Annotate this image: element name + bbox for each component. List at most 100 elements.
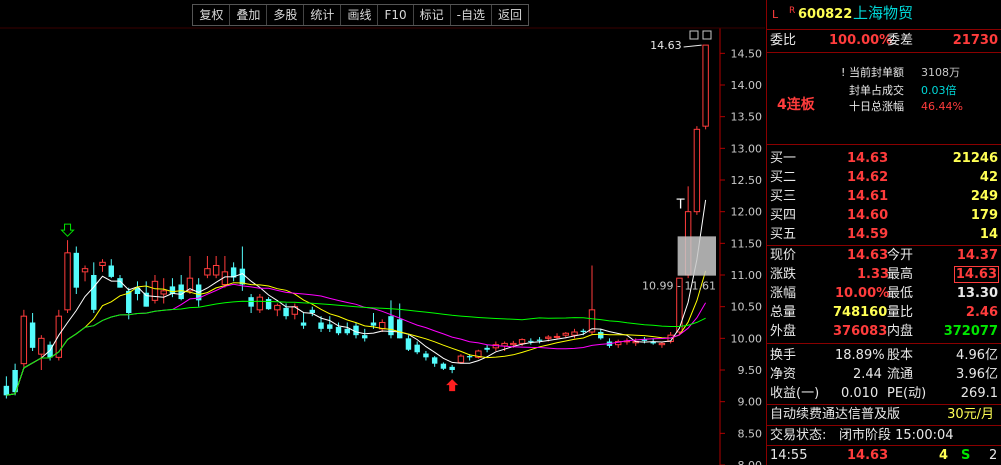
bid-label: 买一 (770, 151, 797, 166)
candle-body (598, 332, 604, 339)
ma-line-ma20 (6, 283, 707, 396)
toolbar-back-button[interactable]: 返回 (492, 5, 528, 25)
status-row: 交易状态: 闭市阶段 15:00:04 (767, 426, 1001, 445)
seal-amount-label: 当前封单额 (849, 66, 904, 79)
low-value: 13.30 (956, 286, 998, 301)
candle-body (580, 330, 586, 332)
candle-body (29, 322, 36, 348)
y-tick-label: 10.00 (731, 332, 763, 345)
y-tick-label: 14.00 (731, 79, 763, 92)
quote-row-volume: 总量 748160 量比 2.46 (767, 303, 1001, 322)
candle-body (20, 315, 28, 365)
bid-row[interactable]: 买一 14.63 21246 (767, 149, 1001, 168)
candle-body (160, 290, 167, 295)
promo-price[interactable]: 30元/月 (947, 405, 994, 424)
candle-body (283, 307, 289, 317)
pct-label: 涨幅 (770, 286, 797, 301)
toolbar-mark-button[interactable]: 标记 (414, 5, 451, 25)
y-tick-label: 11.00 (731, 269, 763, 282)
candle-body (370, 322, 377, 326)
open-label: 今开 (887, 248, 914, 263)
toolbar-statistics-button[interactable]: 统计 (304, 5, 342, 25)
candle-body (91, 275, 97, 310)
quote-row-pct: 涨幅 10.00% 最低 13.30 (767, 284, 1001, 303)
ma-line-ma5 (6, 199, 707, 396)
candle-body (143, 292, 149, 307)
divider (767, 52, 1001, 53)
weibi-label: 委比 (770, 33, 797, 48)
toolbar-multi-stock-button[interactable]: 多股 (267, 5, 305, 25)
candle-body (204, 268, 211, 276)
now-value: 14.63 (847, 248, 889, 263)
candle-body (3, 385, 10, 396)
inner-value: 372077 (943, 324, 998, 339)
down-arrow-icon (60, 223, 75, 237)
candle-body (64, 252, 71, 311)
eps-label: 收益(一) (770, 386, 820, 401)
bid-volume: 21246 (952, 151, 998, 166)
candle-body (545, 336, 552, 339)
candle-body (431, 357, 438, 364)
stock-name[interactable]: 上海物贸 (853, 4, 913, 23)
bid-volume: 14 (979, 227, 998, 242)
toolbar-f10-button[interactable]: F10 (378, 5, 414, 25)
candle-body (484, 347, 490, 350)
candle-body (108, 265, 114, 277)
volume-ratio-value: 2.46 (965, 305, 998, 320)
candle-body (518, 339, 526, 344)
up-arrow-icon (446, 379, 459, 392)
divider (767, 29, 1001, 30)
candle-body (440, 363, 447, 369)
tick-time: 14:55 (770, 448, 808, 463)
candle-body (344, 328, 350, 334)
high-value: 14.63 (953, 266, 999, 283)
bid-label: 买二 (770, 170, 797, 185)
open-value: 14.37 (956, 248, 998, 263)
stock-code[interactable]: 600822 (798, 5, 852, 24)
pe-value: 269.1 (960, 386, 998, 401)
bid-price: 14.61 (847, 189, 889, 204)
kline-chart-area[interactable]: 14.50 14.00 13.50 13.00 12.50 12.00 11.50 11.00… (0, 0, 765, 465)
stock-header: L R 600822 上海物贸 (767, 4, 1001, 27)
bid-row[interactable]: 买五 14.59 14 (767, 225, 1001, 244)
ten-day-value: 46.44% (921, 100, 963, 113)
candle-body (693, 128, 701, 213)
candle-body (38, 337, 45, 355)
bid-row[interactable]: 买四 14.60 179 (767, 206, 1001, 225)
change-label: 涨跌 (770, 267, 797, 282)
tick-volume: 4 (939, 448, 949, 463)
candle-body (178, 284, 184, 300)
candle-body (318, 322, 324, 329)
bid-row[interactable]: 买二 14.62 42 (767, 168, 1001, 187)
collapse-icon (689, 30, 699, 40)
toolbar-overlay-button[interactable]: 叠加 (230, 5, 268, 25)
volume-ratio-label: 量比 (887, 305, 914, 320)
candle-body (309, 309, 316, 313)
toolbar-draw-line-button[interactable]: 画线 (341, 5, 379, 25)
y-tick-label: 9.50 (738, 364, 763, 377)
candle-body (265, 299, 272, 310)
candle-body (335, 326, 342, 334)
promo-text[interactable]: 自动续费通达信普及版 (770, 405, 900, 424)
candle-body (300, 322, 307, 326)
y-tick-label: 8.50 (738, 427, 763, 440)
bid-label: 买三 (770, 189, 797, 204)
candle-body (658, 342, 666, 346)
info-icon: ! (841, 66, 846, 79)
float-value: 3.96亿 (956, 367, 998, 382)
candlestick-chart[interactable]: 14.50 14.00 13.50 13.00 12.50 12.00 11.50 11.00… (0, 0, 765, 465)
promo-row[interactable]: 自动续费通达信普及版 30元/月 (767, 405, 1001, 424)
y-tick-label: 12.50 (731, 174, 763, 187)
volume-value: 748160 (833, 305, 888, 320)
bid-price: 14.59 (847, 227, 889, 242)
toolbar-watchlist-button[interactable]: -自选 (451, 5, 492, 25)
bid-price: 14.63 (847, 151, 889, 166)
toolbar-restore-rights-button[interactable]: 复权 (193, 5, 231, 25)
seal-amount-row: ! 当前封单额 3108万 (767, 63, 1001, 82)
inner-label: 内盘 (887, 324, 914, 339)
candle-body (99, 261, 106, 267)
candle-body (562, 332, 569, 336)
bid-row[interactable]: 买三 14.61 249 (767, 187, 1001, 206)
now-label: 现价 (770, 248, 797, 263)
candle-body (239, 268, 246, 285)
